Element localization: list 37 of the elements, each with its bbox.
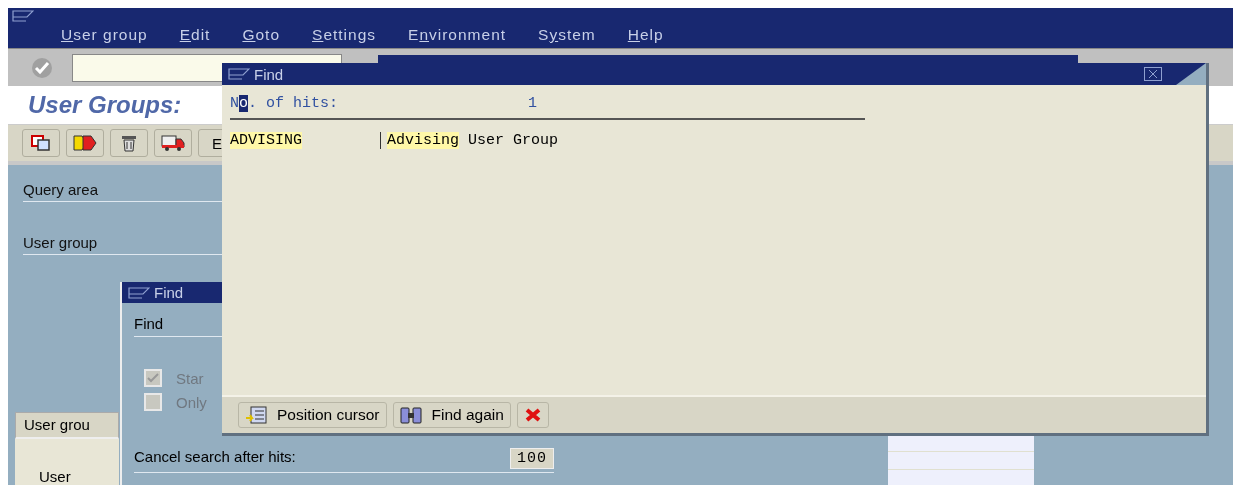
truck-icon[interactable] [154, 129, 192, 157]
column-header: User grou [15, 412, 119, 439]
field-label: Cancel search after hits: [134, 448, 296, 467]
screen-title: User Groups: [28, 91, 182, 119]
hits-count: 1 [528, 95, 538, 112]
field-label: User group [23, 234, 98, 251]
copy-icon[interactable] [22, 129, 60, 157]
table-cell: User [39, 468, 71, 485]
menu-item[interactable]: Environment [408, 26, 507, 44]
menu-item[interactable]: Edit [179, 26, 211, 44]
cross-icon [524, 408, 541, 422]
find-again-button[interactable]: Find again [392, 402, 511, 428]
checkbox-label: Only [176, 393, 207, 411]
cancel-button[interactable] [516, 402, 549, 428]
menu-item[interactable]: Settings [312, 26, 377, 44]
list-arrow-icon [245, 406, 267, 424]
checkbox-label: Star [176, 369, 204, 387]
trash-icon[interactable] [110, 129, 148, 157]
window-icon [228, 68, 250, 80]
binoculars-icon [399, 406, 422, 424]
compare-icon[interactable] [66, 129, 104, 157]
menu-item[interactable]: Help [627, 26, 664, 44]
corner-triangle-icon [1176, 63, 1206, 85]
dialog-title: Find [154, 284, 184, 301]
window-icon [128, 286, 150, 299]
window-icon[interactable] [12, 10, 34, 22]
menu-item[interactable]: System [538, 26, 596, 44]
section-label: Find [134, 315, 164, 332]
field-label: Query area [23, 181, 99, 198]
menu-item[interactable]: User group [61, 26, 148, 44]
close-icon[interactable] [1144, 67, 1162, 81]
dialog-title: Find [254, 65, 284, 83]
position-cursor-button[interactable]: Position cursor [238, 402, 387, 428]
check-icon[interactable] [30, 55, 54, 80]
hits-label: No. of hits: [230, 95, 339, 112]
menu-item[interactable]: Goto [242, 26, 281, 44]
input-field[interactable]: 100 [510, 448, 554, 469]
